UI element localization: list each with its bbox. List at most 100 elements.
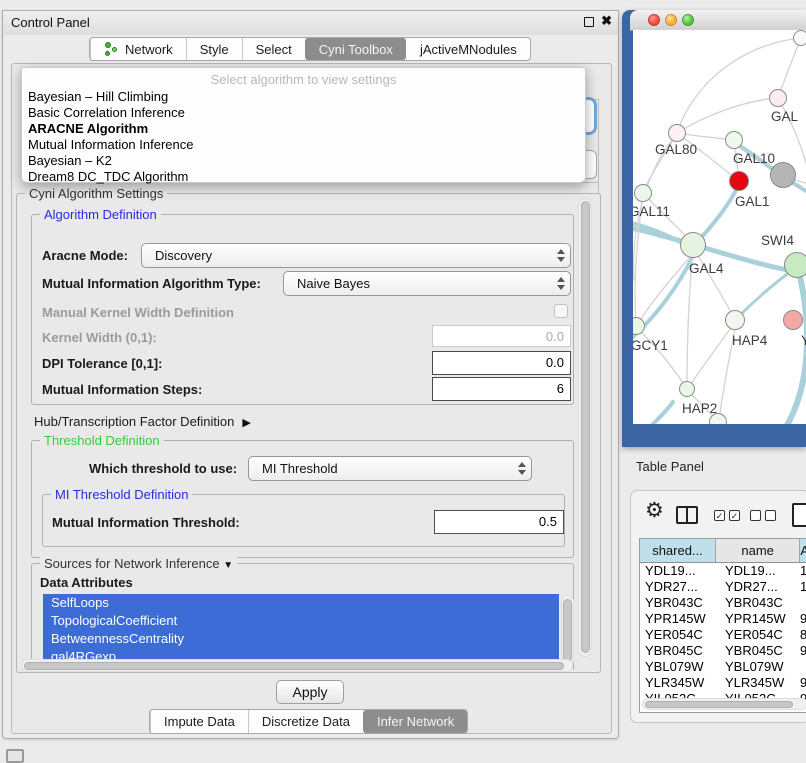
- expanded-arrow-icon: ▼: [223, 560, 233, 571]
- network-node[interactable]: [725, 310, 745, 330]
- aracne-mode-value: Discovery: [142, 248, 552, 263]
- tab-label: Network: [125, 42, 173, 57]
- network-node[interactable]: [770, 162, 796, 188]
- hub-definition-toggle[interactable]: Hub/Transcription Factor Definition▶: [34, 414, 251, 429]
- settings-horizontal-scrollbar[interactable]: [21, 659, 573, 672]
- algorithm-option[interactable]: Mutual Information Inference: [26, 137, 581, 153]
- mi-algorithm-type-combobox[interactable]: Naive Bayes: [283, 271, 571, 296]
- column-header-label: A: [800, 543, 806, 558]
- data-attributes-label: Data Attributes: [40, 575, 133, 590]
- select-all-icon[interactable]: ✓✓: [714, 510, 740, 521]
- close-traffic-light-icon[interactable]: [648, 14, 660, 26]
- table-row[interactable]: YPR145W YPR145W 9.: [640, 611, 806, 627]
- tab[interactable]: Cyni Toolbox: [305, 38, 406, 60]
- mi-steps-input[interactable]: 6: [432, 377, 571, 401]
- which-threshold-label: Which threshold to use:: [89, 461, 237, 476]
- table-row[interactable]: YBR043C YBR043C: [640, 595, 806, 611]
- data-attribute-item[interactable]: TopologicalCoefficient: [43, 612, 559, 630]
- network-node[interactable]: [634, 184, 652, 202]
- network-edge[interactable]: [737, 268, 795, 318]
- table-column-header[interactable]: shared...: [640, 539, 716, 562]
- column-header-label: name: [741, 543, 774, 558]
- mi-threshold-input[interactable]: 0.5: [434, 510, 564, 534]
- tab[interactable]: Select: [242, 38, 305, 60]
- network-node-label: GAL80: [655, 142, 697, 157]
- zoom-traffic-light-icon[interactable]: [682, 14, 694, 26]
- network-edge[interactable]: [677, 98, 778, 133]
- tab[interactable]: Style: [186, 38, 242, 60]
- network-node[interactable]: [784, 252, 806, 278]
- network-node-label: GAL11: [633, 204, 670, 219]
- algorithm-dropdown-popup: Select algorithm to view settings Bayesi…: [21, 67, 586, 183]
- gear-icon[interactable]: ⚙: [645, 498, 664, 523]
- table-row[interactable]: YBR045C YBR045C 9.: [640, 643, 806, 659]
- mi-steps-label: Mutual Information Steps:: [42, 382, 202, 397]
- table-column-header[interactable]: name: [716, 539, 800, 562]
- algorithm-option[interactable]: Bayesian – K2: [26, 153, 581, 169]
- kernel-width-input[interactable]: 0.0: [432, 325, 571, 347]
- table-column-header[interactable]: A: [800, 539, 806, 562]
- network-edge[interactable]: [689, 322, 735, 387]
- network-node[interactable]: [729, 171, 749, 191]
- control-panel-window: Control Panel ✖ Network Style Select Cyn…: [2, 10, 619, 739]
- which-threshold-combobox[interactable]: MI Threshold: [248, 456, 532, 481]
- network-edge[interactable]: [638, 252, 695, 324]
- network-view-window: GALGAL80GAL10GAL1GAL11GAL4SWI4GCY1HAP4YH…: [622, 10, 806, 447]
- network-icon: [104, 42, 119, 56]
- table-row[interactable]: YER054C YER054C 8.: [640, 627, 806, 643]
- table-row[interactable]: YBL079W YBL079W: [640, 659, 806, 675]
- tab[interactable]: Discretize Data: [248, 710, 363, 733]
- table-row[interactable]: YLR345W YLR345W 9.: [640, 675, 806, 691]
- minimize-traffic-light-icon[interactable]: [665, 14, 677, 26]
- tab[interactable]: Network: [90, 38, 186, 60]
- mi-algorithm-type-label: Mutual Information Algorithm Type:: [42, 276, 261, 291]
- tab[interactable]: jActiveMNodules: [406, 38, 530, 60]
- network-node[interactable]: [769, 89, 787, 107]
- table-row[interactable]: YDR27... YDR27... 12: [640, 579, 806, 595]
- network-node[interactable]: [680, 232, 706, 258]
- table-header-row: shared... name A: [640, 539, 806, 563]
- algorithm-option[interactable]: Bayesian – Hill Climbing: [26, 89, 581, 105]
- file-icon[interactable]: [792, 503, 806, 527]
- tab[interactable]: Infer Network: [363, 710, 467, 733]
- aracne-mode-combobox[interactable]: Discovery: [141, 243, 571, 268]
- data-attribute-item[interactable]: SelfLoops: [43, 594, 559, 612]
- network-node[interactable]: [709, 413, 727, 424]
- algorithm-option[interactable]: ARACNE Algorithm: [26, 121, 581, 137]
- data-attributes-list: SelfLoopsTopologicalCoefficientBetweenne…: [43, 594, 559, 666]
- network-node[interactable]: [725, 131, 743, 149]
- tab-label: jActiveMNodules: [420, 42, 517, 57]
- algorithm-option[interactable]: Basic Correlation Inference: [26, 105, 581, 121]
- combobox-arrows-icon: [552, 249, 570, 262]
- deselect-all-icon[interactable]: [750, 510, 776, 521]
- settings-vertical-scrollbar[interactable]: [578, 198, 592, 657]
- minimized-panel-icon[interactable]: [6, 749, 24, 763]
- network-edge[interactable]: [759, 272, 806, 424]
- data-attribute-item[interactable]: BetweennessCentrality: [43, 630, 559, 648]
- table-horizontal-scrollbar[interactable]: [642, 698, 806, 710]
- float-window-icon[interactable]: [584, 17, 594, 27]
- manual-kernel-width-checkbox[interactable]: [554, 304, 568, 318]
- algorithm-option-label: Basic Correlation Inference: [28, 105, 185, 120]
- network-node[interactable]: [793, 30, 806, 46]
- algorithm-option-label: Bayesian – K2: [28, 153, 112, 168]
- algorithm-option[interactable]: Dream8 DC_TDC Algorithm: [26, 169, 581, 185]
- network-edge[interactable]: [633, 402, 673, 424]
- table-toolbar: ⚙ ✓✓: [631, 491, 806, 537]
- network-window-titlebar[interactable]: [630, 10, 806, 31]
- network-node[interactable]: [783, 310, 803, 330]
- network-canvas[interactable]: GALGAL80GAL10GAL1GAL11GAL4SWI4GCY1HAP4YH…: [633, 30, 806, 424]
- network-node[interactable]: [668, 124, 686, 142]
- sources-legend-label: Sources for Network Inference: [44, 556, 220, 571]
- attribute-list-scrollbar[interactable]: [561, 595, 574, 667]
- network-edge[interactable]: [693, 247, 734, 318]
- dpi-tolerance-input[interactable]: 0.0: [432, 351, 571, 375]
- tab-label: Impute Data: [164, 714, 235, 729]
- table-row[interactable]: YDL19... YDL19... 13: [640, 563, 806, 579]
- network-node[interactable]: [679, 381, 695, 397]
- columns-icon[interactable]: [676, 506, 698, 524]
- sources-legend[interactable]: Sources for Network Inference ▼: [40, 556, 237, 571]
- tab[interactable]: Impute Data: [150, 710, 248, 733]
- close-icon[interactable]: ✖: [601, 13, 612, 29]
- apply-button[interactable]: Apply: [276, 680, 344, 704]
